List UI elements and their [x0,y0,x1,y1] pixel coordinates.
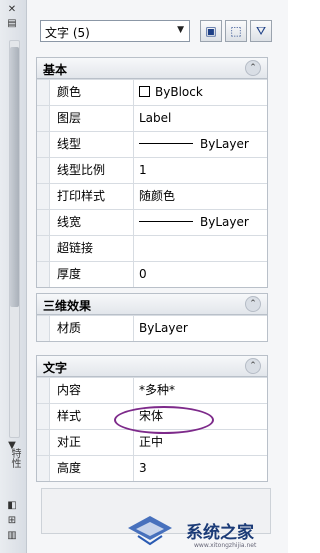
property-value: ByLayer [200,215,249,229]
property-key: 颜色 [50,80,134,105]
linetype-sample-icon [139,143,193,144]
watermark-url: www.xitongzhijia.net [194,542,257,549]
watermark-text: 系统之家 [186,523,254,543]
property-key: 线型 [50,132,134,157]
property-value: *多种* [139,383,176,397]
collapse-icon[interactable]: ⌃ [245,358,261,374]
property-key: 线宽 [50,210,134,235]
property-value: 0 [139,267,147,281]
collapse-icon[interactable]: ⌃ [245,296,261,312]
property-key: 打印样式 [50,184,134,209]
property-row-linetype[interactable]: 线型 ByLayer [37,131,267,157]
palette-title: 特性 [9,448,20,468]
section-3d-effects: 三维效果 ⌃ 材质 ByLayer [36,293,268,342]
properties-icon[interactable]: ◧ [5,500,19,512]
object-type-dropdown[interactable]: 文字 (5) ▼ [40,20,190,42]
collapse-icon[interactable]: ⌃ [245,60,261,76]
section-header-text[interactable]: 文字 ⌃ [37,356,267,377]
quick-select-icon[interactable]: ▣ [200,20,222,42]
watermark-logo-icon [128,516,172,546]
property-key: 超链接 [50,236,134,261]
palette-titlebar[interactable]: ✕ ▤ ▼ 特性 ◧ ⊞ ▥ [0,0,27,553]
section-header-general[interactable]: 基本 ⌃ [37,58,267,79]
toggle-pickadd-icon[interactable]: ⛛ [250,20,272,42]
property-row-layer[interactable]: 图层 Label [37,105,267,131]
menu-icon[interactable]: ▤ [5,18,19,30]
property-row-thickness[interactable]: 厚度 0 [37,261,267,287]
property-value: ByLayer [139,321,188,335]
scrollbar-thumb[interactable] [10,47,19,307]
property-row-color[interactable]: 颜色 ByBlock [37,79,267,105]
color-swatch-icon [139,86,150,97]
chevron-down-icon: ▼ [177,25,184,35]
watermark: 系统之家 www.xitongzhijia.net [120,510,288,553]
property-row-lineweight[interactable]: 线宽 ByLayer [37,209,267,235]
select-objects-icon[interactable]: ⬚ [225,20,247,42]
property-value [135,236,267,261]
property-key: 对正 [50,430,134,455]
property-key: 内容 [50,378,134,403]
section-header-3d-effects[interactable]: 三维效果 ⌃ [37,294,267,315]
property-row-material[interactable]: 材质 ByLayer [37,315,267,341]
property-row-plot-style[interactable]: 打印样式 随颜色 [37,183,267,209]
property-key: 材质 [50,316,134,341]
property-row-contents[interactable]: 内容 *多种* [37,377,267,403]
section-title: 三维效果 [43,299,92,313]
section-title: 基本 [43,63,68,77]
properties-panel: 文字 (5) ▼ ▣ ⬚ ⛛ 基本 ⌃ 颜色 ByBlock 图层 Label … [27,0,288,553]
lineweight-sample-icon [139,221,193,222]
property-key: 线型比例 [50,158,134,183]
property-key: 厚度 [50,262,134,287]
property-row-hyperlink[interactable]: 超链接 [37,235,267,261]
section-title: 文字 [43,361,68,375]
property-row-linetype-scale[interactable]: 线型比例 1 [37,157,267,183]
property-value: Label [139,111,172,125]
object-type-value: 文字 (5) [45,26,90,40]
auto-hide-icon[interactable]: ✕ [5,4,19,16]
property-key: 高度 [50,456,134,481]
scrollbar[interactable] [9,40,20,438]
property-key: 图层 [50,106,134,131]
annotation-ellipse [114,406,214,434]
property-value: 1 [139,163,147,177]
property-value: ByBlock [155,85,203,99]
property-row-height[interactable]: 高度 3 [37,455,267,481]
pin-icon[interactable]: ⊞ [5,515,19,527]
property-value: 3 [139,461,147,475]
property-value: 随颜色 [139,189,176,203]
settings-icon[interactable]: ▥ [5,530,19,542]
property-value: ByLayer [200,137,249,151]
section-general: 基本 ⌃ 颜色 ByBlock 图层 Label 线型 ByLayer 线型比例… [36,57,268,288]
